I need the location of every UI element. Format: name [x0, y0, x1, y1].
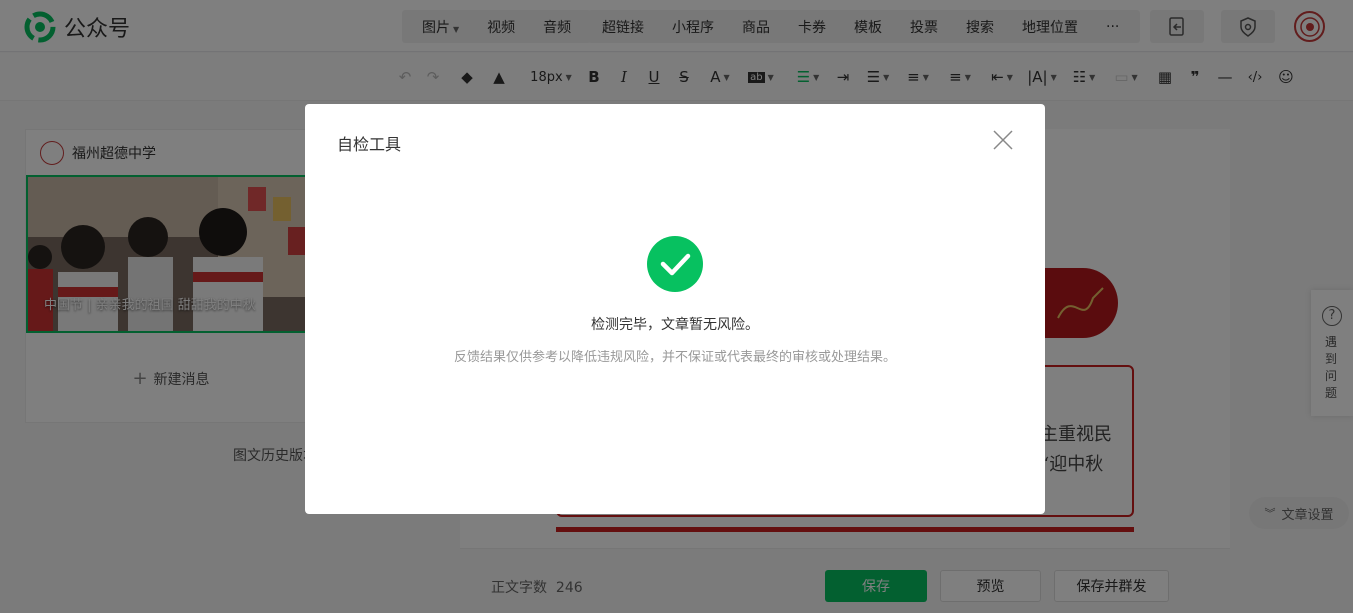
dialog-title: 自检工具 — [337, 135, 402, 154]
success-check-icon — [647, 236, 703, 292]
self-check-dialog: 自检工具 检测完毕，文章暂无风险。 反馈结果仅供参考以降低违规风险，并不保证或代… — [305, 104, 1045, 514]
result-message: 检测完毕，文章暂无风险。 — [591, 317, 759, 333]
close-icon[interactable] — [991, 128, 1015, 152]
disclaimer-note: 反馈结果仅供参考以降低违规风险，并不保证或代表最终的审核或处理结果。 — [453, 350, 896, 365]
